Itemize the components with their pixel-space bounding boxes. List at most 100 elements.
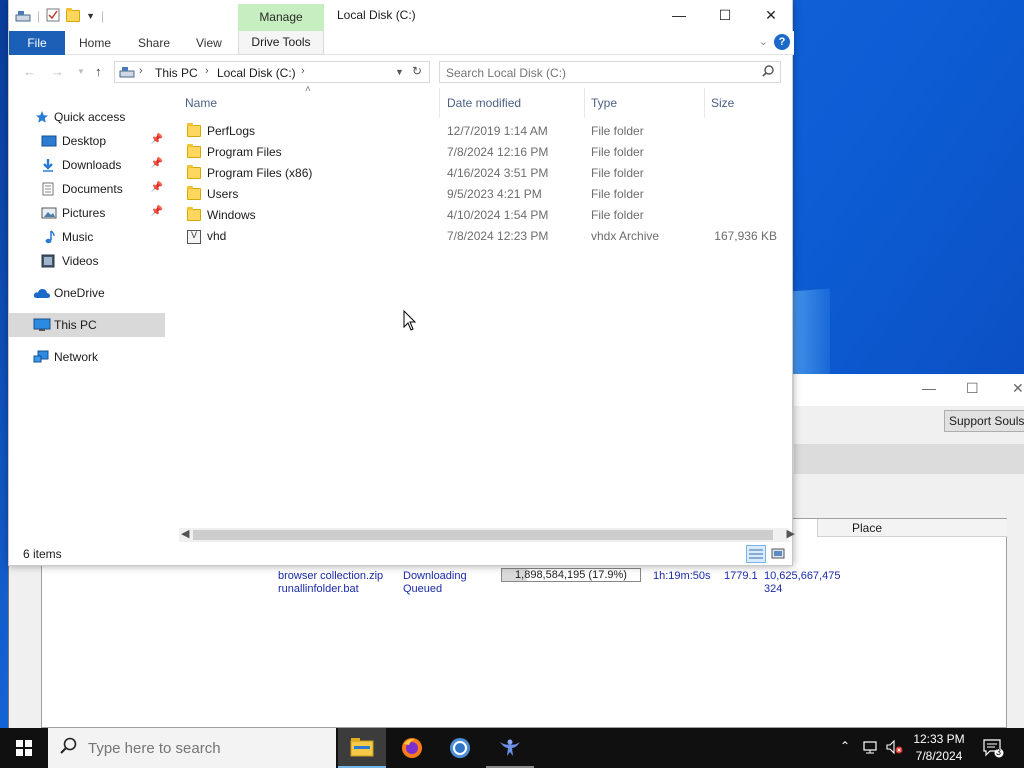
taskbar-clock[interactable]: 12:33 PM 7/8/2024 [904,731,974,765]
column-header-place[interactable]: Place [817,519,1007,537]
up-arrow-icon[interactable]: ↑ [95,64,102,79]
forward-arrow-icon[interactable]: → [51,64,64,79]
tab-manage[interactable]: Manage [238,4,324,31]
pin-icon[interactable]: 📌 [151,134,163,145]
action-center-button[interactable]: 3 [982,738,1004,758]
pin-icon[interactable]: 📌 [151,206,163,217]
search-box[interactable] [439,61,781,83]
large-icons-view-button[interactable] [768,545,788,563]
close-icon[interactable]: ✕ [1012,380,1024,397]
file-row[interactable]: Windows 4/10/2024 1:54 PM File folder [179,205,785,226]
taskbar-app-soulseek[interactable] [486,728,534,768]
file-type: File folder [591,124,644,138]
nav-label: Pictures [62,206,106,220]
file-row[interactable]: Users 9/5/2023 4:21 PM File folder [179,184,785,205]
tab-view[interactable]: View [196,36,222,50]
folder-icon [187,123,201,137]
breadcrumb-this-pc[interactable]: This PC [155,66,198,80]
breadcrumb-chevron-icon[interactable]: › [139,65,143,77]
taskbar-app-firefox[interactable] [388,728,436,768]
column-divider[interactable] [704,88,705,118]
minimize-button[interactable]: — [656,0,702,30]
taskbar-search-box[interactable] [48,728,336,768]
breadcrumb-chevron-icon[interactable]: › [301,65,305,77]
breadcrumb-chevron-icon[interactable]: › [205,65,209,77]
column-header-type[interactable]: Type [591,96,617,110]
tab-home[interactable]: Home [79,36,111,50]
nav-item-onedrive[interactable]: OneDrive [9,281,165,305]
file-list: ˄ Name Date modified Type Size PerfLogs … [179,84,789,528]
file-row[interactable]: vhd 7/8/2024 12:23 PM vhdx Archive 167,9… [179,226,785,247]
new-folder-icon[interactable] [66,8,81,22]
expand-ribbon-chevron-icon[interactable]: ⌄ [759,35,768,48]
taskbar-app-file-explorer[interactable] [338,728,386,768]
refresh-icon[interactable]: ↻ [412,64,422,78]
file-row[interactable]: Program Files 7/8/2024 12:16 PM File fol… [179,142,785,163]
recent-locations-chevron-icon[interactable]: ▼ [77,67,85,76]
maximize-button[interactable]: ☐ [702,0,748,30]
start-button[interactable] [0,728,48,768]
nav-item-pictures[interactable]: Pictures 📌 [9,201,165,225]
nav-item-network[interactable]: Network [9,345,165,369]
back-arrow-icon[interactable]: ← [23,64,36,79]
nav-item-desktop[interactable]: Desktop 📌 [9,129,165,153]
column-header-size[interactable]: Size [711,96,734,110]
show-hidden-icons-chevron-icon[interactable]: ⌃ [840,739,850,753]
scroll-right-icon[interactable]: ▶ [787,527,795,540]
document-icon [41,182,55,196]
taskbar-search-input[interactable] [88,739,318,757]
taskbar-app-chrome[interactable] [436,728,484,768]
search-input[interactable] [446,65,746,80]
address-bar-row: ← → ▼ ↑ › This PC › Local Disk (C:) › ▼ … [9,56,794,88]
nav-item-quick-access[interactable]: Quick access [9,105,165,129]
soulseek-bird-icon [500,739,520,756]
drive-icon[interactable] [15,10,31,22]
column-header-date-modified[interactable]: Date modified [447,96,521,110]
pin-icon[interactable]: 📌 [151,158,163,169]
transfer-filename[interactable]: runallinfolder.bat [278,583,359,595]
column-divider[interactable] [584,88,585,118]
speaker-muted-icon[interactable] [886,739,904,758]
scrollbar-thumb[interactable] [193,530,773,540]
details-view-button[interactable] [746,545,766,563]
nav-label: Videos [62,254,99,268]
tab-file[interactable]: File [9,31,65,55]
file-date: 7/8/2024 12:16 PM [447,145,549,159]
tab-drive-tools[interactable]: Drive Tools [238,31,324,55]
file-row[interactable]: PerfLogs 12/7/2019 1:14 AM File folder [179,121,785,142]
scroll-left-icon[interactable]: ◀ [181,527,189,540]
nav-item-documents[interactable]: Documents 📌 [9,177,165,201]
breadcrumb-local-disk[interactable]: Local Disk (C:) [217,66,296,80]
file-type: File folder [591,187,644,201]
transfer-filename[interactable]: browser collection.zip [278,570,383,582]
mouse-cursor-icon [403,310,417,331]
column-header-name[interactable]: Name [185,96,217,110]
maximize-icon[interactable]: ☐ [966,380,979,397]
address-history-chevron-icon[interactable]: ▼ [395,67,404,77]
computer-icon [33,318,51,332]
pin-icon[interactable]: 📌 [151,182,163,193]
tab-share[interactable]: Share [138,36,170,50]
close-button[interactable]: ✕ [748,0,794,30]
nav-item-music[interactable]: Music [9,225,165,249]
column-divider[interactable] [439,88,440,118]
file-date: 12/7/2019 1:14 AM [447,124,548,138]
horizontal-scrollbar[interactable]: ◀ ▶ [179,527,795,542]
nav-item-this-pc[interactable]: This PC [9,313,165,337]
wallpaper-light-beam [790,288,830,382]
nav-item-videos[interactable]: Videos [9,249,165,273]
file-name: Windows [207,208,256,222]
customize-toolbar-chevron-icon[interactable]: ▼ [86,11,95,21]
file-row[interactable]: Program Files (x86) 4/16/2024 3:51 PM Fi… [179,163,785,184]
address-field[interactable]: › This PC › Local Disk (C:) › ▼ ↻ [114,61,430,83]
transfer-size: 10,625,667,475 [764,570,841,582]
support-soulseek-button[interactable]: Support Soulseek [944,410,1024,432]
help-icon[interactable]: ? [774,34,790,50]
file-explorer-window[interactable]: | ▼ | Manage Local Disk (C:) — ☐ ✕ File … [8,0,795,566]
network-status-icon[interactable] [862,739,878,758]
file-name: PerfLogs [207,124,256,138]
search-icon[interactable] [762,65,774,80]
properties-icon[interactable] [46,8,60,25]
minimize-icon[interactable]: — [922,380,936,396]
nav-item-downloads[interactable]: Downloads 📌 [9,153,165,177]
